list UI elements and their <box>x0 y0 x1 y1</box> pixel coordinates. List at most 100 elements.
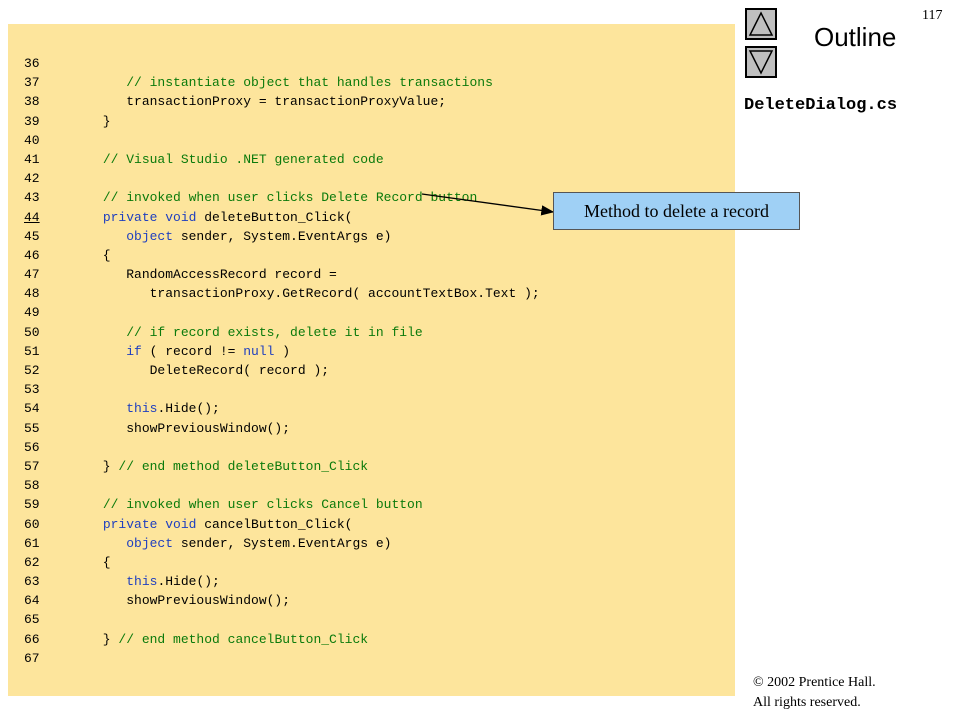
code-line: 47 RandomAccessRecord record = <box>24 265 540 284</box>
code-line: 41 // Visual Studio .NET generated code <box>24 150 540 169</box>
line-number: 53 <box>24 382 40 398</box>
code-text: transactionProxy = transactionProxyValue… <box>56 94 447 110</box>
code-line: 61 object sender, System.EventArgs e) <box>24 534 540 553</box>
code-panel: 36 37 // instantiate object that handles … <box>8 24 735 696</box>
line-number: 40 <box>24 132 40 148</box>
code-text: RandomAccessRecord record = <box>56 267 337 283</box>
code-text: { <box>56 247 111 263</box>
code-text: DeleteRecord( record ); <box>56 363 330 378</box>
line-number: 65 <box>24 612 40 628</box>
code-keyword: this <box>126 401 158 417</box>
code-line: 57 } // end method deleteButton_Click <box>24 457 540 476</box>
callout-box: Method to delete a record <box>553 192 800 230</box>
code-keyword: if <box>126 343 142 359</box>
line-number: 37 <box>24 75 40 91</box>
next-slide-button[interactable] <box>745 46 777 78</box>
code-line: 55 showPreviousWindow(); <box>24 419 540 438</box>
code-text: ) <box>274 343 291 359</box>
code-line: 44 private void deleteButton_Click( <box>24 208 540 227</box>
code-keyword: object <box>126 228 174 244</box>
code-text: } <box>56 113 111 129</box>
code-comment: // end method deleteButton_Click <box>118 458 369 474</box>
code-line: 59 // invoked when user clicks Cancel bu… <box>24 495 540 514</box>
code-line: 64 showPreviousWindow(); <box>24 591 540 610</box>
line-number: 55 <box>24 420 40 436</box>
copyright-line-1: © 2002 Prentice Hall. <box>753 675 876 690</box>
code-keyword: null <box>243 343 275 359</box>
code-text: showPreviousWindow(); <box>56 420 291 436</box>
code-line: 58 <box>24 476 540 495</box>
code-line: 52 DeleteRecord( record ); <box>24 361 540 380</box>
line-number: 60 <box>24 516 40 532</box>
code-line: 67 <box>24 649 540 668</box>
code-line: 63 this.Hide(); <box>24 572 540 591</box>
line-number: 66 <box>24 631 40 647</box>
code-line: 45 object sender, System.EventArgs e) <box>24 227 540 246</box>
code-text: ( record != <box>141 343 244 359</box>
code-comment: // invoked when user clicks Delete Recor… <box>102 190 478 206</box>
line-number: 39 <box>24 113 40 129</box>
triangle-down-icon <box>748 50 774 75</box>
code-line: 43 // invoked when user clicks Delete Re… <box>24 188 540 207</box>
copyright: © 2002 Prentice Hall. All rights reserve… <box>753 673 876 713</box>
code-text: sender, System.EventArgs e) <box>173 228 392 244</box>
code-text: } <box>56 631 119 647</box>
line-number: 61 <box>24 535 40 551</box>
line-number: 56 <box>24 439 40 455</box>
previous-slide-button[interactable] <box>745 8 777 40</box>
code-line: 46 { <box>24 246 540 265</box>
code-line: 36 <box>24 54 540 73</box>
line-number: 45 <box>24 228 40 244</box>
code-text: deleteButton_Click( <box>196 209 353 225</box>
line-number: 57 <box>24 458 40 474</box>
line-number: 44 <box>24 209 40 225</box>
code-comment: // if record exists, delete it in file <box>126 324 423 340</box>
code-line: 65 <box>24 610 540 629</box>
line-number: 47 <box>24 267 40 283</box>
code-text: transactionProxy.GetRecord( accountTextB… <box>56 286 540 302</box>
code-comment: // invoked when user clicks Cancel butto… <box>102 497 423 513</box>
line-number: 59 <box>24 497 40 513</box>
code-line: 38 transactionProxy = transactionProxyVa… <box>24 92 540 111</box>
line-number: 42 <box>24 171 40 187</box>
line-number: 48 <box>24 286 40 302</box>
code-line: 56 <box>24 438 540 457</box>
code-listing: 36 37 // instantiate object that handles … <box>24 54 540 668</box>
line-number: 67 <box>24 650 40 666</box>
code-line: 39 } <box>24 112 540 131</box>
line-number: 62 <box>24 554 40 570</box>
line-number: 58 <box>24 478 40 494</box>
line-number: 49 <box>24 305 40 321</box>
code-keyword: private void <box>102 516 197 532</box>
page-number: 117 <box>922 8 943 23</box>
code-comment: // Visual Studio .NET generated code <box>102 151 384 167</box>
line-number: 46 <box>24 247 40 263</box>
line-number: 51 <box>24 343 40 359</box>
line-number: 50 <box>24 324 40 340</box>
line-number: 64 <box>24 593 40 609</box>
code-text: } <box>56 458 119 474</box>
code-line: 60 private void cancelButton_Click( <box>24 515 540 534</box>
code-keyword: this <box>126 574 158 590</box>
outline-label: Outline <box>814 22 897 52</box>
code-keyword: object <box>126 535 174 551</box>
line-number: 41 <box>24 151 40 167</box>
line-number: 36 <box>24 56 40 71</box>
copyright-line-2: All rights reserved. <box>753 695 861 710</box>
code-line: 37 // instantiate object that handles tr… <box>24 73 540 92</box>
code-comment: // end method cancelButton_Click <box>118 631 369 647</box>
code-line: 50 // if record exists, delete it in fil… <box>24 323 540 342</box>
code-line: 51 if ( record != null ) <box>24 342 540 361</box>
line-number: 54 <box>24 401 40 417</box>
